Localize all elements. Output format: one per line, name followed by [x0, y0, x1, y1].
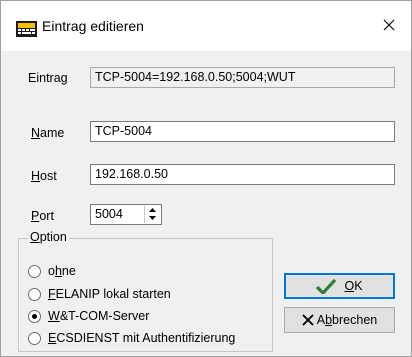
- name-label-rest: ame: [40, 126, 65, 140]
- radio-button[interactable]: [28, 287, 41, 301]
- radio-button-checked[interactable]: [28, 309, 41, 323]
- radio-label-mnemonic: h: [54, 264, 62, 278]
- port-value: 5004: [95, 207, 123, 221]
- window-title: Eintrag editieren: [42, 18, 144, 34]
- cancel-label-mnemonic: b: [325, 313, 333, 327]
- name-input[interactable]: TCP-5004: [90, 121, 395, 142]
- port-label: Port: [31, 209, 54, 223]
- host-value: 192.168.0.50: [95, 167, 168, 181]
- ok-button[interactable]: OK: [284, 273, 395, 299]
- entry-value: TCP-5004=192.168.0.50;5004;WUT: [95, 70, 296, 84]
- title-bar: Eintrag editieren: [1, 1, 411, 51]
- radio-label-post: CSDIENST mit Authentifizierung: [56, 331, 236, 345]
- radio-option-ohne[interactable]: ohne: [28, 263, 76, 279]
- entry-field: TCP-5004=192.168.0.50;5004;WUT: [90, 67, 395, 88]
- host-label-mnemonic: H: [31, 169, 41, 183]
- radio-option-ecsdienst[interactable]: ECSDIENST mit Authentifizierung: [28, 330, 235, 346]
- cancel-label-pre: A: [316, 313, 326, 327]
- radio-label: FELANIP lokal starten: [48, 287, 171, 301]
- triangle-up-icon: [149, 208, 156, 212]
- radio-label: ohne: [48, 264, 76, 278]
- port-spin-buttons: [144, 206, 160, 223]
- checkmark-icon: [316, 278, 337, 294]
- radio-label-pre: o: [48, 264, 55, 278]
- radio-button[interactable]: [28, 264, 41, 278]
- radio-option-felanip[interactable]: FELANIP lokal starten: [28, 286, 171, 302]
- host-label-rest: ost: [40, 169, 57, 183]
- keyboard-app-icon: [16, 20, 38, 38]
- option-legend-rest: ption: [39, 230, 67, 244]
- spin-down-button[interactable]: [145, 214, 160, 222]
- radio-label: ECSDIENST mit Authentifizierung: [48, 331, 235, 345]
- radio-label-post: &T-COM-Server: [59, 309, 150, 323]
- name-value: TCP-5004: [95, 124, 152, 138]
- name-label-mnemonic: N: [31, 126, 41, 140]
- ok-label: OK: [344, 279, 362, 293]
- radio-label-mnemonic: W: [48, 309, 60, 323]
- port-stepper[interactable]: 5004: [90, 204, 162, 225]
- radio-label-post: ELANIP lokal starten: [55, 287, 171, 301]
- option-legend-mnemonic: O: [30, 230, 40, 244]
- x-cross-icon: [302, 314, 314, 326]
- cancel-label: Abbrechen: [317, 313, 377, 327]
- cancel-button[interactable]: Abbrechen: [284, 307, 395, 333]
- host-input[interactable]: 192.168.0.50: [90, 164, 395, 185]
- cancel-label-post: brechen: [332, 313, 378, 327]
- ok-label-mnemonic: O: [344, 279, 355, 293]
- option-legend: Option: [28, 230, 69, 244]
- entry-label: Eintrag: [28, 71, 68, 85]
- host-label: Host: [31, 169, 57, 183]
- dialog-window: Eintrag editieren Eintrag TCP-5004=192.1…: [0, 0, 412, 357]
- spin-up-button[interactable]: [145, 206, 160, 214]
- name-label: Name: [31, 126, 64, 140]
- radio-option-wt-com-server[interactable]: W&T-COM-Server: [28, 308, 149, 324]
- close-icon: [383, 19, 395, 34]
- radio-label: W&T-COM-Server: [48, 309, 149, 323]
- radio-button[interactable]: [28, 331, 41, 345]
- triangle-down-icon: [149, 216, 156, 220]
- ok-label-post: K: [354, 279, 363, 293]
- close-button[interactable]: [367, 9, 411, 43]
- radio-label-post: ne: [61, 264, 76, 278]
- radio-label-mnemonic: F: [48, 287, 56, 301]
- port-label-rest: ort: [39, 209, 54, 223]
